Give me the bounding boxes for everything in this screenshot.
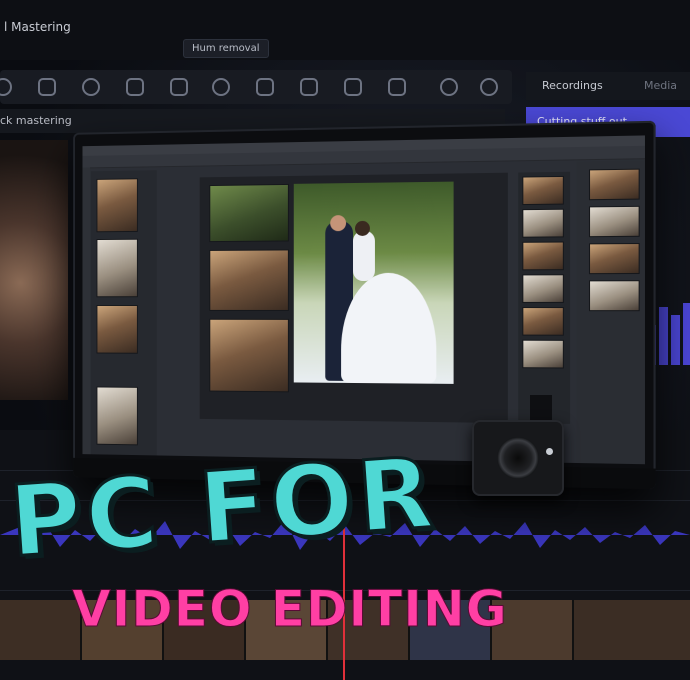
tab-media: Media <box>644 79 678 92</box>
zoom-in-icon <box>440 78 458 96</box>
photo-thumbnail <box>522 208 564 238</box>
photo-thumbnail <box>522 274 564 303</box>
photo-thumbnail <box>209 318 289 393</box>
cross-icon <box>388 78 406 96</box>
photo-thumbnail <box>588 205 640 238</box>
photo-collage-column <box>209 183 289 412</box>
photo-filmstrip-right <box>518 171 571 424</box>
bride-head <box>354 220 370 236</box>
headline-video-editing: VIDEO EDITING <box>72 580 508 639</box>
editor-panel-title: ck mastering <box>0 114 72 127</box>
grid-icon <box>256 78 274 96</box>
bride-figure <box>353 230 375 282</box>
tab-recordings: Recordings <box>542 79 603 92</box>
photo-thumbnail <box>522 175 564 206</box>
photo-thumbnails-panel <box>90 170 157 456</box>
photo-thumbnail <box>522 241 564 271</box>
editor-app-title: l Mastering <box>4 20 71 34</box>
crop-icon <box>38 78 56 96</box>
sliders-icon <box>126 78 144 96</box>
editor-toolbar <box>0 70 512 104</box>
level-bar <box>659 307 668 365</box>
promo-image: l Mastering Hum removal Recordings Media… <box>0 0 690 680</box>
groom-head <box>330 215 347 232</box>
curved-monitor <box>73 120 656 490</box>
photo-thumbnail <box>588 280 640 312</box>
monitor-screen <box>82 135 645 465</box>
tool-icon <box>0 78 12 96</box>
photo-thumbnail <box>522 307 564 336</box>
photo-thumbnail <box>96 178 138 233</box>
editor-preview-image <box>0 140 68 400</box>
level-bar <box>683 303 690 365</box>
minus-icon <box>212 78 230 96</box>
photo-thumbnail <box>209 249 289 311</box>
zoom-out-icon <box>480 78 498 96</box>
plus-box-icon <box>344 78 362 96</box>
hum-removal-tooltip: Hum removal <box>183 39 269 58</box>
photo-thumbnail <box>588 168 640 201</box>
bride-dress <box>341 272 437 384</box>
photo-layers-panel <box>576 160 645 465</box>
wedding-photo <box>293 181 454 384</box>
link-icon <box>300 78 318 96</box>
graph-icon <box>170 78 188 96</box>
level-bar <box>671 315 680 365</box>
photo-canvas <box>199 172 508 424</box>
photo-thumbnail <box>96 238 138 298</box>
photo-app-toolbar <box>82 167 90 455</box>
photo-thumbnail <box>522 339 564 369</box>
film-frame <box>574 600 690 660</box>
editor-right-tabs: Recordings Media <box>526 72 690 100</box>
film-frame <box>0 600 82 660</box>
photo-thumbnail <box>96 386 138 446</box>
layers-icon <box>82 78 100 96</box>
photo-thumbnail <box>96 305 138 354</box>
photo-thumbnail <box>209 183 289 243</box>
photo-thumbnail <box>588 243 640 275</box>
editor-title-bar: l Mastering <box>0 0 690 60</box>
